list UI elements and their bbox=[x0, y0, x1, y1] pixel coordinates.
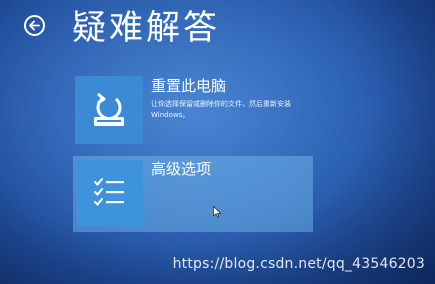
reset-pc-option[interactable]: 重置此电脑 让你选择保留或删除你的文件，然后重新安装 Windows。 bbox=[73, 72, 323, 146]
reset-pc-icon bbox=[94, 92, 124, 126]
advanced-options-option[interactable]: 高级选项 bbox=[73, 156, 313, 232]
advanced-options-title: 高级选项 bbox=[151, 160, 212, 178]
checklist-icon bbox=[94, 178, 124, 206]
watermark: https://blog.csdn.net/qq_43546203 bbox=[172, 256, 425, 272]
mouse-cursor-icon bbox=[213, 203, 222, 222]
back-arrow-icon bbox=[29, 20, 40, 31]
reset-pc-title: 重置此电脑 bbox=[151, 77, 227, 95]
advanced-options-text: 高级选项 bbox=[151, 159, 211, 232]
back-button[interactable] bbox=[24, 15, 45, 36]
reset-pc-tile bbox=[75, 76, 143, 144]
page-title: 疑难解答 bbox=[72, 8, 220, 48]
reset-pc-description: 让你选择保留或删除你的文件，然后重新安装 Windows。 bbox=[151, 100, 291, 119]
reset-pc-text: 重置此电脑 让你选择保留或删除你的文件，然后重新安装 Windows。 bbox=[151, 76, 319, 146]
advanced-options-tile bbox=[77, 160, 143, 226]
